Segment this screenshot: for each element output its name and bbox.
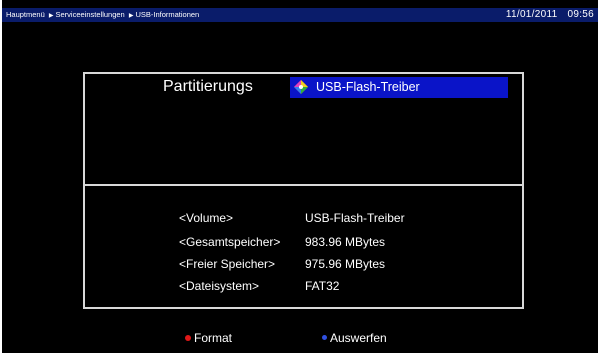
partition-selected-value: USB-Flash-Treiber: [316, 80, 420, 94]
info-value: USB-Flash-Treiber: [305, 211, 405, 225]
top-bar: Hauptmenü ▶ Serviceeinstellungen ▶ USB-Inf…: [2, 8, 598, 22]
tv-screen: Hauptmenü ▶ Serviceeinstellungen ▶ USB-Inf…: [2, 0, 598, 353]
usb-info-panel: Partitierungs USB-Flash-Treiber <Volume>…: [83, 72, 524, 309]
info-value: 983.96 MBytes: [305, 235, 386, 249]
usb-drive-icon: [294, 80, 308, 94]
info-key: <Gesamtspeicher>: [179, 235, 281, 249]
info-key: <Freier Speicher>: [179, 257, 276, 271]
format-button-label: Format: [194, 331, 233, 345]
breadcrumb-item-service-settings[interactable]: Serviceeinstellungen: [56, 10, 125, 19]
triangle-right-icon: ▶: [128, 13, 134, 19]
footer-buttons: Format Auswerfen: [2, 331, 598, 347]
blue-dot-icon: [322, 335, 327, 341]
time-display: 09:56: [567, 9, 594, 20]
info-value: 975.96 MBytes: [305, 257, 386, 271]
breadcrumb-item-main-menu[interactable]: Hauptmenü: [6, 10, 45, 19]
info-key: <Volume>: [179, 211, 234, 225]
breadcrumb-item-usb-info: USB-Informationen: [135, 10, 200, 19]
red-dot-icon: [185, 334, 191, 341]
format-button[interactable]: Format: [185, 331, 232, 345]
datetime: 11/01/2011 09:56: [506, 9, 594, 20]
panel-divider: [85, 184, 522, 186]
partition-selector[interactable]: USB-Flash-Treiber: [290, 77, 508, 98]
eject-button-label: Auswerfen: [330, 331, 387, 345]
breadcrumb: Hauptmenü ▶ Serviceeinstellungen ▶ USB-Inf…: [6, 10, 199, 19]
eject-button[interactable]: Auswerfen: [322, 331, 387, 345]
date-display: 11/01/2011: [505, 9, 558, 20]
triangle-right-icon: ▶: [48, 13, 54, 19]
partition-label: Partitierungs: [163, 78, 253, 95]
info-key: <Dateisystem>: [179, 279, 260, 293]
info-value: FAT32: [305, 279, 340, 293]
